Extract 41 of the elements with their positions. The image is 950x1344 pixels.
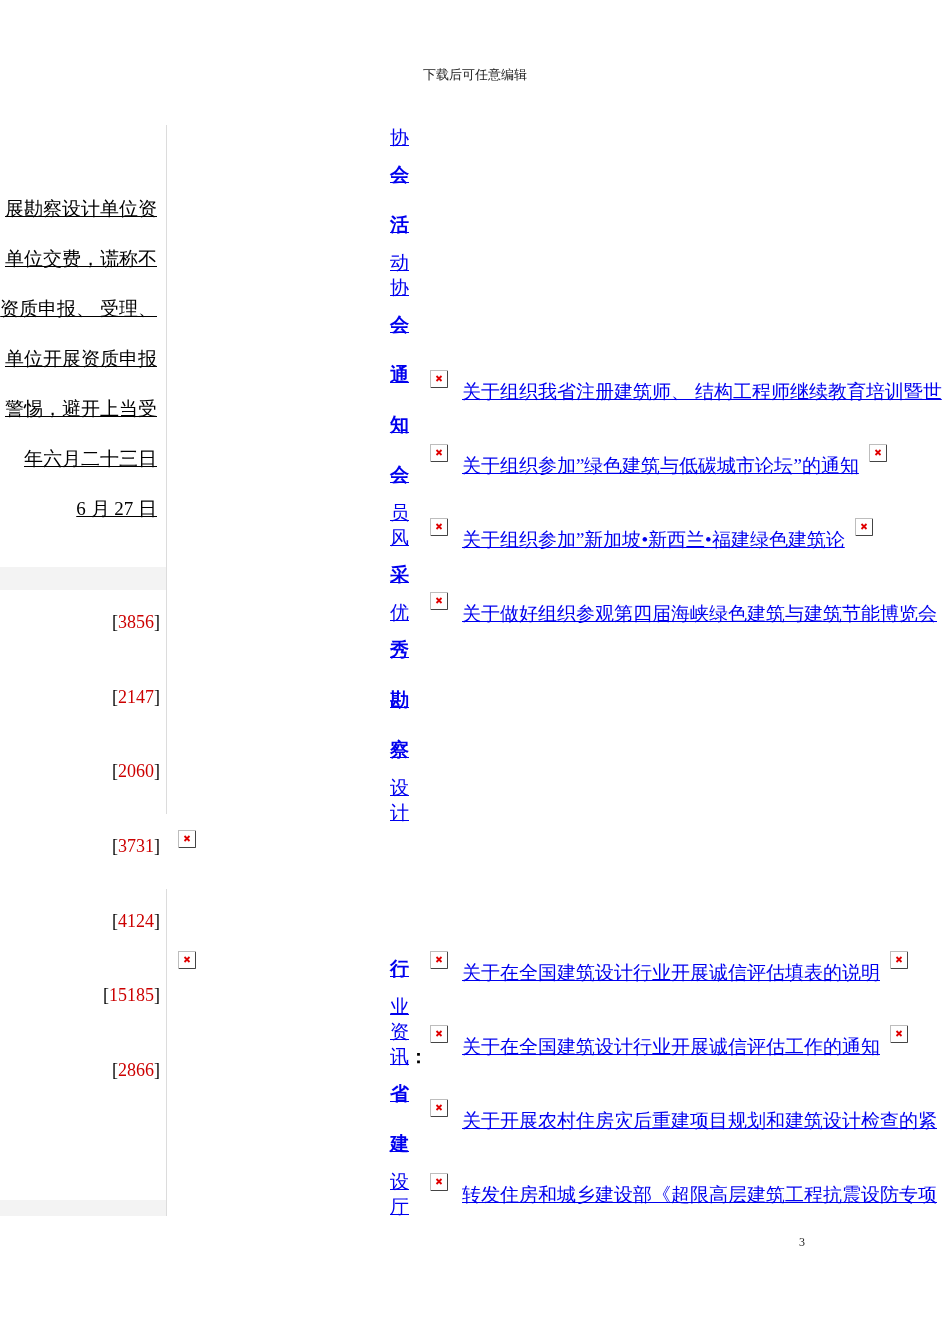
- broken-image-icon: [178, 830, 196, 849]
- notice-line: 单位交费，谎称不: [5, 247, 157, 271]
- news-link[interactable]: 关于开展农村住房灾后重建项目规划和建筑设计检查的紧: [462, 1109, 937, 1133]
- broken-image-icon: [430, 951, 448, 969]
- view-count: [2866]: [112, 1059, 160, 1083]
- broken-image-icon: [430, 518, 448, 536]
- notice-line: 单位开展资质申报: [5, 347, 157, 371]
- view-count: [2147]: [112, 685, 160, 709]
- news-link[interactable]: 关于组织参加”新加坡•新西兰•福建绿色建筑论: [462, 528, 845, 552]
- view-count: [3856]: [112, 611, 160, 634]
- nav-colon: ：: [409, 1045, 428, 1069]
- view-count: [3731]: [112, 835, 160, 859]
- notice-line: 6 月 27 日: [76, 497, 157, 521]
- nav-link[interactable]: 优秀勘察设计: [390, 600, 409, 825]
- broken-image-icon: [430, 370, 448, 388]
- page-header: 下载后可任意编辑: [423, 67, 527, 84]
- nav-link[interactable]: 协会活动: [390, 125, 409, 275]
- broken-image-icon: [430, 444, 448, 462]
- broken-image-icon: [430, 1025, 448, 1043]
- news-link[interactable]: 关于在全国建筑设计行业开展诚信评估填表的说明: [462, 961, 880, 985]
- news-link[interactable]: 关于做好组织参观第四届海峡绿色建筑与建筑节能博览会: [462, 602, 937, 626]
- news-link[interactable]: 关于在全国建筑设计行业开展诚信评估工作的通知: [462, 1035, 880, 1059]
- nav-link[interactable]: 省建设厅: [390, 1069, 409, 1219]
- view-count: [4124]: [112, 909, 160, 933]
- view-count: [15185]: [103, 984, 160, 1008]
- broken-image-icon: [430, 1099, 448, 1117]
- broken-image-icon: [430, 1173, 448, 1191]
- nav-link[interactable]: 行业资讯: [390, 944, 409, 1069]
- notice-line: 展勘察设计单位资: [5, 197, 157, 221]
- nav-link[interactable]: 协会通知: [390, 275, 409, 450]
- news-link[interactable]: 关于组织我省注册建筑师、 结构工程师继续教育培训暨世: [462, 380, 942, 404]
- news-link[interactable]: 转发住房和城乡建设部《超限高层建筑工程抗震设防专项: [462, 1183, 937, 1207]
- nav-link[interactable]: 会员风采: [390, 450, 409, 600]
- broken-image-icon: [178, 951, 196, 970]
- news-link[interactable]: 关于组织参加”绿色建筑与低碳城市论坛”的通知: [462, 454, 859, 478]
- notice-line: 年六月二十三日: [24, 447, 157, 471]
- view-count: [2060]: [112, 760, 160, 784]
- notice-line: 资质申报、 受理、: [0, 297, 157, 321]
- broken-image-icon: [430, 592, 448, 610]
- notice-line: 警惕，避开上当受: [5, 397, 157, 421]
- page-number: 3: [799, 1234, 805, 1250]
